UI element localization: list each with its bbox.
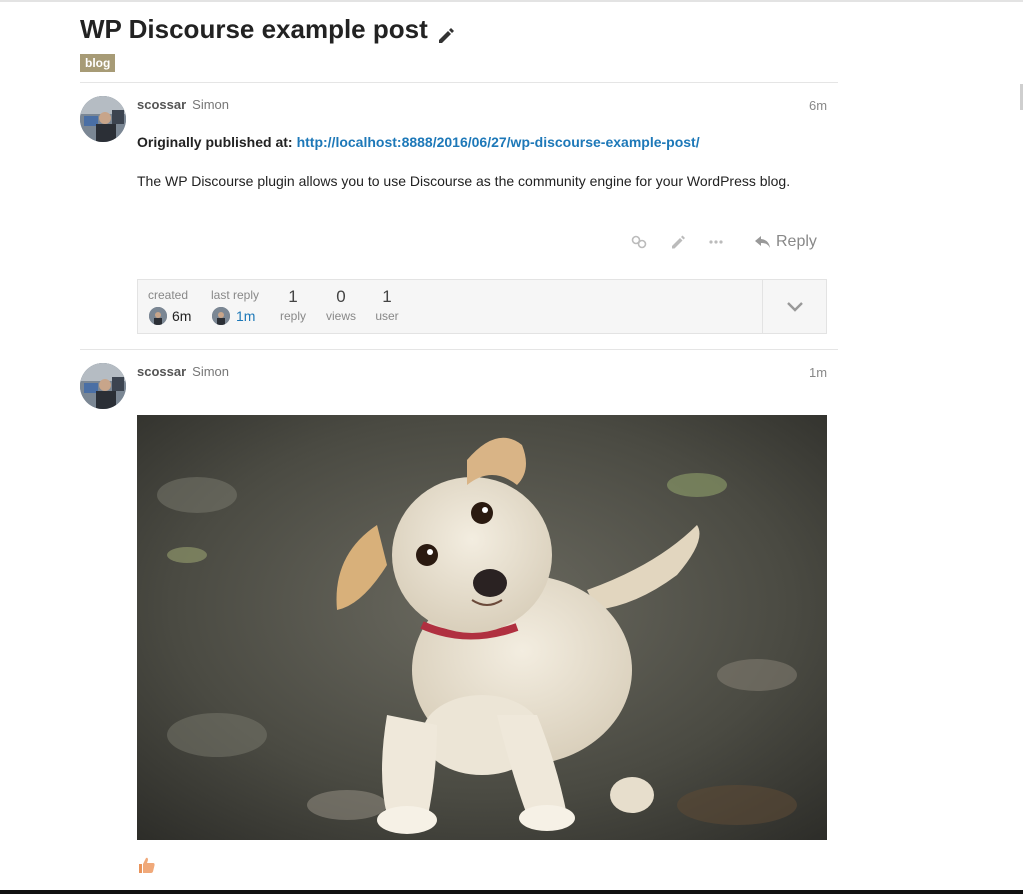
bottom-border [0, 890, 1023, 894]
last-reply-avatar[interactable] [212, 307, 230, 325]
reply-label: Reply [776, 233, 817, 250]
category-badge[interactable]: blog [80, 54, 116, 72]
post-date[interactable]: 6m [809, 98, 827, 113]
full-name: Simon [192, 364, 230, 379]
post-body: The WP Discourse plugin allows you to us… [137, 173, 791, 189]
last-reply-value[interactable]: 1m [236, 308, 255, 324]
post-author: scossar Simon [137, 97, 229, 112]
avatar[interactable] [80, 96, 126, 142]
created-value[interactable]: 6m [172, 308, 191, 324]
topic-map: created 6m last reply 1m 1 reply 0 views… [137, 279, 827, 334]
edit-title-pencil-icon[interactable] [436, 21, 454, 43]
username[interactable]: scossar [137, 97, 186, 112]
last-reply-label: last reply [211, 288, 260, 302]
ellipsis-icon[interactable] [706, 232, 726, 252]
stat-views-label: views [325, 309, 356, 323]
post-date[interactable]: 1m [809, 365, 827, 380]
divider-posts [80, 349, 838, 350]
reply-button[interactable]: Reply [754, 230, 817, 254]
topic-title-text: WP Discourse example post [80, 14, 428, 44]
originally-published-label: Originally published at: [137, 134, 293, 150]
originally-published: Originally published at: http://localhost… [137, 134, 700, 150]
chevron-down-icon [787, 301, 803, 312]
topic-title: WP Discourse example post [80, 14, 454, 45]
full-name: Simon [192, 97, 230, 112]
divider-top [80, 82, 838, 83]
username[interactable]: scossar [137, 364, 186, 379]
stat-users-value: 1 [382, 287, 392, 306]
stat-views-value: 0 [336, 287, 346, 306]
stat-replies-label: reply [279, 309, 306, 323]
expand-topic-map-button[interactable] [762, 280, 827, 333]
puppy-image[interactable] [137, 415, 827, 840]
stat-replies-value: 1 [288, 287, 298, 306]
thumbs-up-icon[interactable] [137, 855, 157, 875]
reply-icon [755, 236, 770, 248]
created-avatar[interactable] [149, 307, 167, 325]
link-icon[interactable] [629, 232, 649, 252]
post-controls: Reply [620, 230, 830, 254]
avatar[interactable] [80, 363, 126, 409]
stat-users-label: user [375, 309, 399, 323]
pencil-icon[interactable] [668, 232, 688, 252]
header-border [0, 0, 1023, 2]
post-author: scossar Simon [137, 364, 229, 379]
created-label: created [148, 288, 189, 302]
originally-published-link[interactable]: http://localhost:8888/2016/06/27/wp-disc… [297, 134, 700, 150]
